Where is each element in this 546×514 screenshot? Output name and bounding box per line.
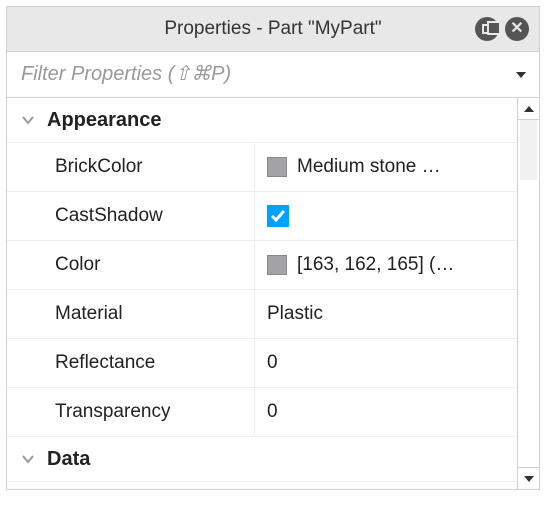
scroll-thumb[interactable] <box>520 120 537 180</box>
chevron-down-icon <box>21 110 35 130</box>
property-value[interactable]: [163, 162, 165] (… <box>255 241 517 289</box>
section-header-appearance[interactable]: Appearance <box>7 98 517 143</box>
properties-panel: Properties - Part "MyPart" ✕ Appearance <box>6 6 540 490</box>
property-row-material[interactable]: Material Plastic <box>7 290 517 339</box>
panel-title: Properties - Part "MyPart" <box>164 18 381 40</box>
property-name: Reflectance <box>7 339 255 387</box>
property-name: Transparency <box>7 388 255 436</box>
restore-icon[interactable] <box>475 17 499 41</box>
property-row-brickcolor[interactable]: BrickColor Medium stone … <box>7 143 517 192</box>
property-name: BrickColor <box>7 143 255 191</box>
property-value[interactable]: Medium stone … <box>255 143 517 191</box>
property-value[interactable]: 0 <box>255 339 517 387</box>
color-swatch-icon <box>267 255 287 275</box>
property-name: Color <box>7 241 255 289</box>
property-value[interactable]: Plastic <box>255 290 517 338</box>
scroll-track[interactable] <box>518 120 539 467</box>
section-header-data[interactable]: Data <box>7 437 517 482</box>
property-row-castshadow[interactable]: CastShadow <box>7 192 517 241</box>
scroll-up-icon[interactable] <box>518 98 539 120</box>
scrollbar[interactable] <box>517 98 539 489</box>
filter-input[interactable] <box>7 52 503 97</box>
scroll-down-icon[interactable] <box>518 467 539 489</box>
property-row-color[interactable]: Color [163, 162, 165] (… <box>7 241 517 290</box>
titlebar: Properties - Part "MyPart" ✕ <box>7 7 539 51</box>
property-value[interactable]: 0 <box>255 388 517 436</box>
close-icon[interactable]: ✕ <box>505 17 529 41</box>
checkbox-checked-icon[interactable] <box>267 205 289 227</box>
property-name: CastShadow <box>7 192 255 240</box>
section-title: Appearance <box>47 109 162 132</box>
chevron-down-icon <box>21 449 35 469</box>
property-value[interactable] <box>255 192 517 240</box>
property-row-transparency[interactable]: Transparency 0 <box>7 388 517 437</box>
property-list: Appearance BrickColor Medium stone … Cas… <box>7 98 517 489</box>
property-name: Material <box>7 290 255 338</box>
color-swatch-icon <box>267 157 287 177</box>
filter-dropdown-icon[interactable] <box>503 52 539 97</box>
filter-row <box>7 51 539 97</box>
section-title: Data <box>47 448 90 471</box>
property-row-reflectance[interactable]: Reflectance 0 <box>7 339 517 388</box>
